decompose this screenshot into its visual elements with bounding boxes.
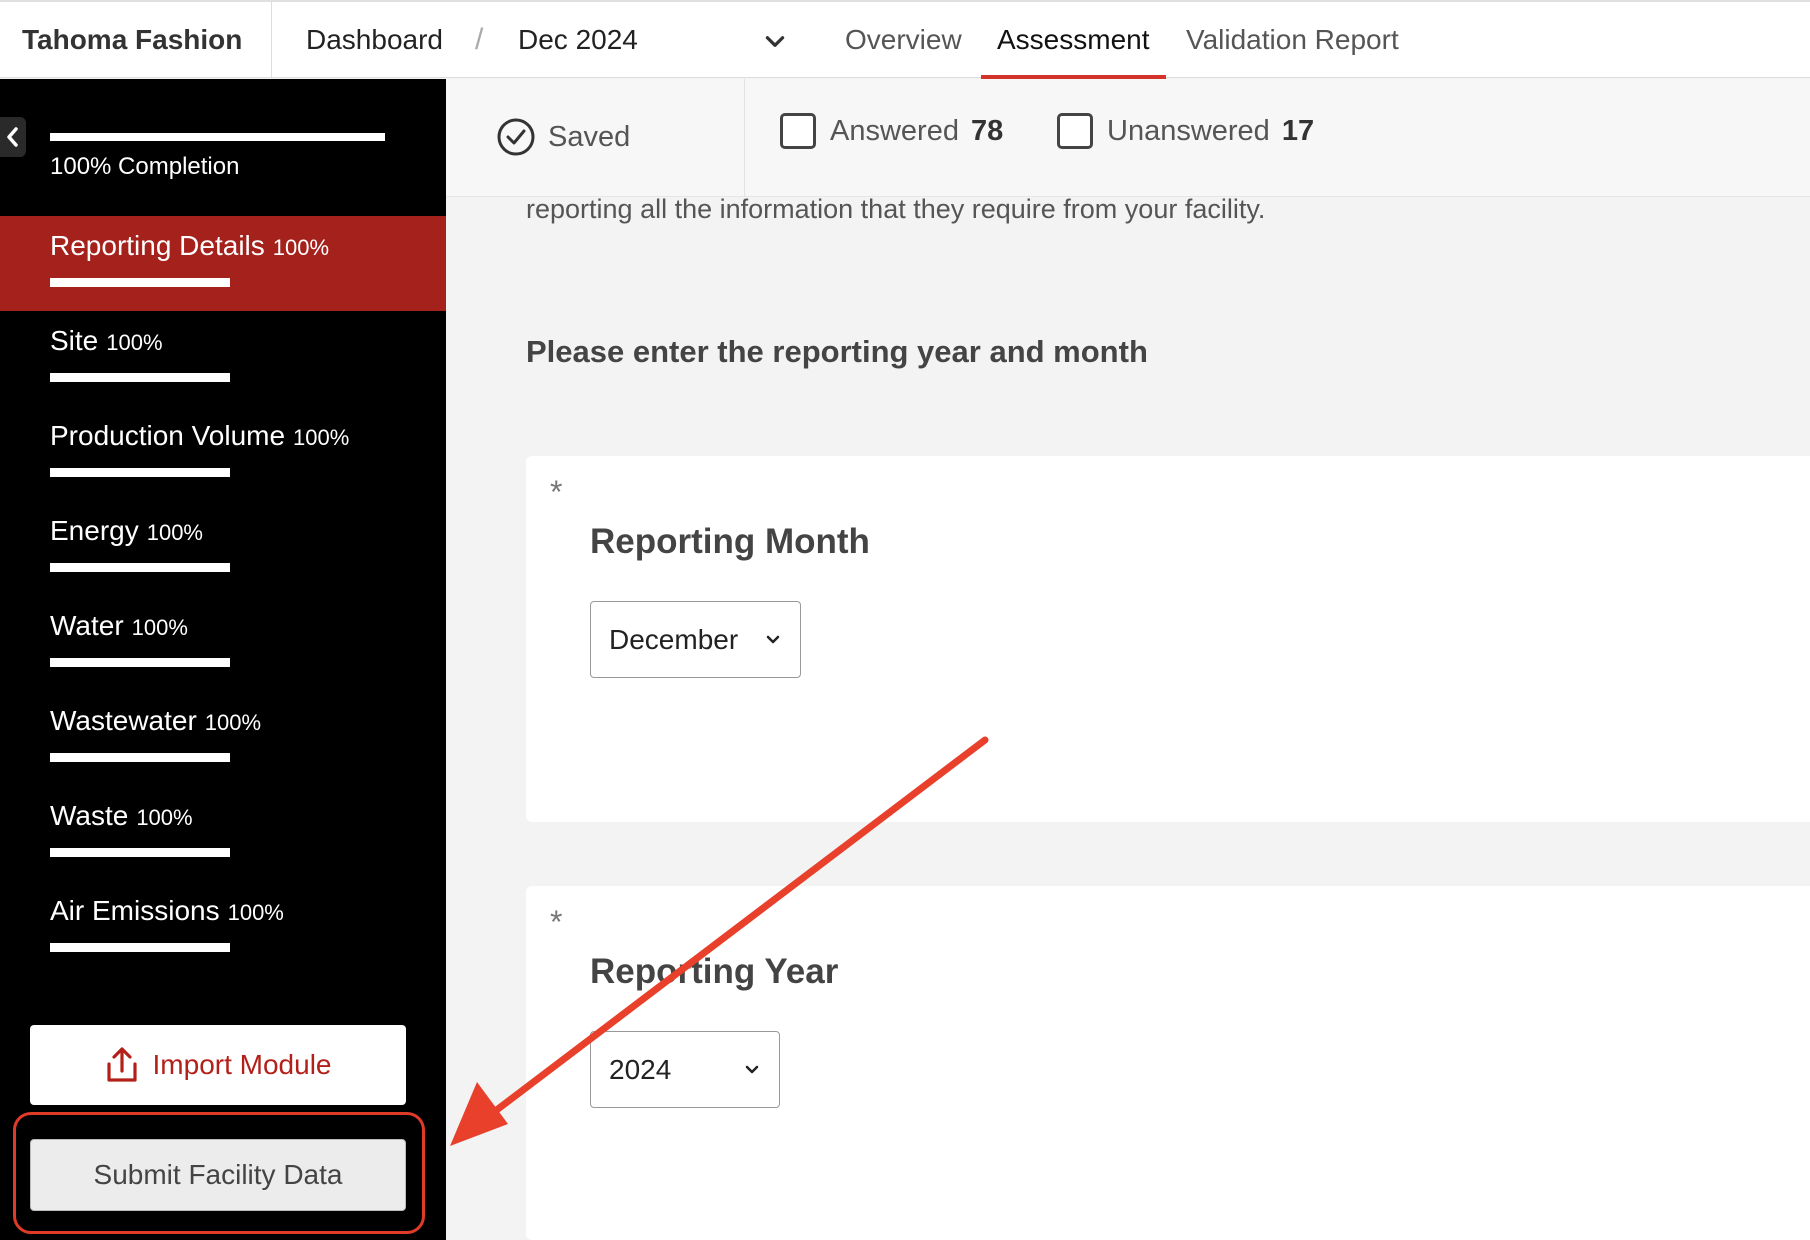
sidebar-item-progress-bar [50,848,230,857]
import-module-label: Import Module [152,1049,332,1080]
saved-indicator: Saved [496,117,630,157]
sidebar-item-reporting-details[interactable]: Reporting Details 100% [0,216,446,311]
sidebar-item-progress-bar [50,658,230,667]
period-selector[interactable]: Dec 2024 [518,2,638,78]
question-heading: Please enter the reporting year and mont… [526,334,1148,369]
unanswered-checkbox[interactable] [1057,113,1093,149]
reporting-year-select[interactable]: 2024 [590,1031,780,1108]
sidebar-item-progress-bar [50,373,230,382]
reporting-year-value: 2024 [609,1053,672,1085]
sidebar-item-pct: 100% [136,805,193,830]
status-bar: Saved Answered 78 Unanswered 17 [446,79,1810,197]
sidebar: 100% Completion Reporting Details 100% Si… [0,79,446,1240]
brand-name[interactable]: Tahoma Fashion [0,2,272,78]
required-mark: * [550,904,563,940]
sidebar-item-pct: 100% [293,425,350,450]
reporting-month-label: Reporting Month [590,522,870,561]
sidebar-item-text: Site 100% [50,325,163,357]
tab-overview[interactable]: Overview [845,2,962,78]
breadcrumb-separator: / [475,23,484,56]
sidebar-item-label: Waste [50,800,129,831]
unanswered-filter[interactable]: Unanswered 17 [1057,113,1314,149]
sidebar-item-pct: 100% [227,900,284,925]
tab-validation-report[interactable]: Validation Report [1186,2,1399,78]
unanswered-count: 17 [1281,114,1315,147]
sidebar-collapse-button[interactable] [0,117,26,157]
answered-count: 78 [971,114,1004,147]
reporting-year-card: * Reporting Year 2024 [526,886,1810,1240]
sidebar-item-progress-bar [50,943,230,952]
unanswered-label: Unanswered 17 [1107,115,1314,148]
sidebar-item-water[interactable]: Water 100% [0,596,446,691]
sidebar-item-site[interactable]: Site 100% [0,311,446,406]
sidebar-item-text: Air Emissions 100% [50,895,284,927]
chevron-down-icon [766,635,780,644]
reporting-year-label: Reporting Year [590,952,839,991]
import-module-button[interactable]: Import Module [30,1025,406,1105]
reporting-month-value: December [609,623,739,655]
required-mark: * [550,474,563,510]
saved-label: Saved [548,120,631,153]
sidebar-item-pct: 100% [146,520,203,545]
answered-filter[interactable]: Answered 78 [780,113,1003,149]
sidebar-item-progress-bar [50,753,230,762]
sidebar-item-text: Energy 100% [50,515,203,547]
sidebar-item-wastewater[interactable]: Wastewater 100% [0,691,446,786]
answered-label: Answered 78 [830,115,1003,148]
answered-label-text: Answered [830,114,959,147]
sidebar-item-label: Air Emissions [50,895,220,926]
sidebar-item-progress-bar [50,468,230,477]
overall-progress-bar [50,133,385,141]
sidebar-item-text: Reporting Details 100% [50,230,329,262]
reporting-month-select[interactable]: December [590,601,801,678]
sidebar-item-label: Reporting Details [50,230,265,261]
sidebar-item-energy[interactable]: Energy 100% [0,501,446,596]
sidebar-item-pct: 100% [272,235,330,260]
sidebar-item-pct: 100% [106,330,163,355]
check-circle-icon [497,118,535,156]
chevron-down-icon[interactable] [762,28,788,54]
sidebar-item-progress-bar [50,563,230,572]
sidebar-item-label: Water [50,610,124,641]
sidebar-item-waste[interactable]: Waste 100% [0,786,446,881]
upload-icon [106,1047,137,1082]
unanswered-label-text: Unanswered [1107,114,1270,147]
submit-facility-data-button[interactable]: Submit Facility Data [30,1139,406,1211]
sidebar-item-text: Water 100% [50,610,188,642]
sidebar-item-pct: 100% [131,615,188,640]
sidebar-item-label: Production Volume [50,420,286,451]
status-divider [744,79,745,196]
sidebar-item-text: Wastewater 100% [50,705,261,737]
chevron-left-icon [7,127,18,147]
intro-text: reporting all the information that they … [526,194,1266,224]
answered-checkbox[interactable] [780,113,816,149]
reporting-month-card: * Reporting Month December [526,456,1810,822]
overall-completion-label: 100% Completion [50,153,240,180]
tab-assessment[interactable]: Assessment [981,2,1166,80]
sidebar-item-progress-bar [50,278,230,287]
breadcrumb-dashboard[interactable]: Dashboard [306,2,443,78]
tab-assessment-label: Assessment [997,24,1150,55]
sidebar-item-production-volume[interactable]: Production Volume 100% [0,406,446,501]
sidebar-item-pct: 100% [204,710,262,735]
sidebar-item-air-emissions[interactable]: Air Emissions 100% [0,881,446,976]
sidebar-item-text: Waste 100% [50,800,193,832]
top-nav: Tahoma Fashion Dashboard / Dec 2024 Over… [0,0,1810,80]
sidebar-item-text: Production Volume 100% [50,420,349,452]
sidebar-item-label: Wastewater [50,705,197,736]
sidebar-item-label: Energy [50,515,139,546]
sidebar-item-label: Site [50,325,99,356]
chevron-down-icon [745,1065,759,1074]
